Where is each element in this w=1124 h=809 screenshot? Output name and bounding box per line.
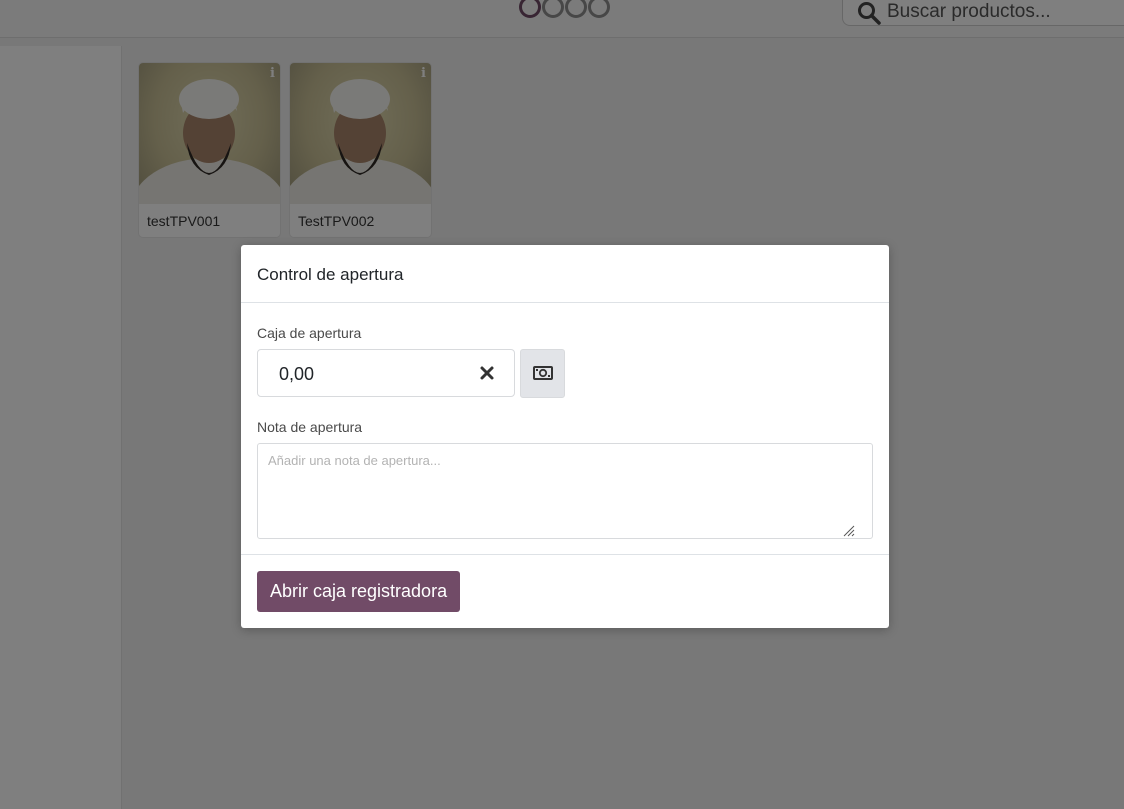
opening-cash-input[interactable] <box>279 362 459 386</box>
opening-cash-field[interactable] <box>257 349 515 397</box>
cash-details-button[interactable] <box>520 349 565 398</box>
opening-control-dialog: Control de apertura Caja de apertura Not… <box>241 245 889 628</box>
close-icon[interactable] <box>478 364 496 382</box>
opening-note-textarea[interactable] <box>257 443 873 539</box>
dialog-footer: Abrir caja registradora <box>241 555 889 629</box>
opening-note-label: Nota de apertura <box>257 419 363 435</box>
dialog-body: Caja de apertura Nota de apertura <box>241 303 889 555</box>
resize-handle-icon[interactable] <box>841 523 855 537</box>
opening-cash-label: Caja de apertura <box>257 325 362 341</box>
open-register-button[interactable]: Abrir caja registradora <box>257 571 461 612</box>
money-bill-icon <box>533 366 553 380</box>
dialog-header: Control de apertura <box>241 245 889 303</box>
dialog-title: Control de apertura <box>257 265 404 284</box>
